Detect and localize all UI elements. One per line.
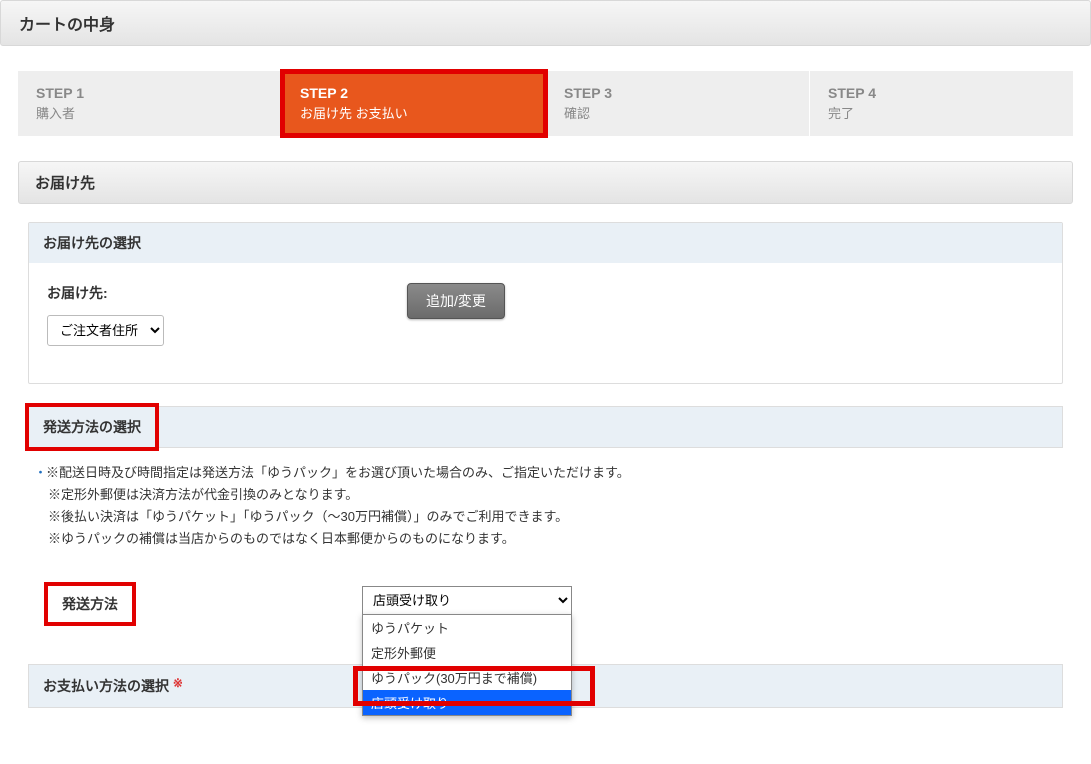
delivery-section-header: お届け先 [18, 161, 1073, 204]
shipping-method-dropdown: ゆうパケット 定形外郵便 ゆうパック(30万円まで補償) 店頭受け取り [362, 614, 572, 716]
delivery-address-select[interactable]: ご注文者住所 [47, 315, 164, 346]
delivery-panel: お届け先の選択 お届け先: ご注文者住所 追加/変更 [28, 222, 1063, 384]
add-change-button[interactable]: 追加/変更 [407, 283, 505, 319]
step-4-label: 完了 [828, 106, 854, 121]
shipping-note-1: ※配送日時及び時間指定は発送方法「ゆうパック」をお選び頂いた場合のみ、ご指定いた… [46, 465, 630, 480]
shipping-method-label: 発送方法 [48, 586, 132, 622]
step-2-active: STEP 2 お届け先 お支払い [282, 71, 546, 136]
required-mark: ※ [173, 676, 183, 690]
page-title: カートの中身 [19, 17, 115, 34]
step-4: STEP 4 完了 [810, 71, 1073, 136]
step-3: STEP 3 確認 [546, 71, 810, 136]
step-1-label: 購入者 [36, 106, 75, 121]
checkout-steps: STEP 1 購入者 STEP 2 お届け先 お支払い STEP 3 確認 ST… [18, 71, 1073, 136]
step-2-num: STEP 2 [300, 85, 527, 101]
step-2-label: お届け先 お支払い [300, 106, 408, 121]
shipping-panel-header-row: 発送方法の選択 [28, 406, 1063, 448]
shipping-option-yupacket[interactable]: ゆうパケット [363, 615, 571, 640]
step-3-label: 確認 [564, 106, 590, 121]
shipping-note-4: ※ゆうパックの補償は当店からのものではなく日本郵便からのものになります。 [48, 531, 515, 546]
shipping-note-3: ※後払い決済は「ゆうパケット」「ゆうパック（～30万円補償）」のみでご利用できま… [48, 509, 568, 524]
payment-method-title: お支払い方法の選択 [43, 678, 169, 694]
delivery-section-title: お届け先 [35, 175, 95, 192]
step-3-num: STEP 3 [564, 85, 791, 101]
shipping-panel-title: 発送方法の選択 [29, 407, 155, 447]
shipping-method-select[interactable]: 店頭受け取り [362, 586, 572, 615]
bullet-icon: ・ [34, 462, 46, 484]
shipping-option-yupack[interactable]: ゆうパック(30万円まで補償) [363, 665, 571, 690]
page-title-bar: カートの中身 [0, 0, 1091, 46]
shipping-note-2: ※定形外郵便は決済方法が代金引換のみとなります。 [48, 487, 358, 502]
delivery-panel-head: お届け先の選択 [29, 223, 1062, 263]
delivery-address-label: お届け先: [47, 283, 397, 303]
step-1: STEP 1 購入者 [18, 71, 282, 136]
shipping-option-teigai[interactable]: 定形外郵便 [363, 640, 571, 665]
shipping-notes: ・※配送日時及び時間指定は発送方法「ゆうパック」をお選び頂いた場合のみ、ご指定い… [48, 462, 1053, 550]
shipping-option-pickup[interactable]: 店頭受け取り [363, 690, 571, 715]
step-1-num: STEP 1 [36, 85, 263, 101]
shipping-method-row: 発送方法 店頭受け取り ゆうパケット 定形外郵便 ゆうパック(30万円まで補償)… [48, 572, 1053, 636]
step-4-num: STEP 4 [828, 85, 1055, 101]
